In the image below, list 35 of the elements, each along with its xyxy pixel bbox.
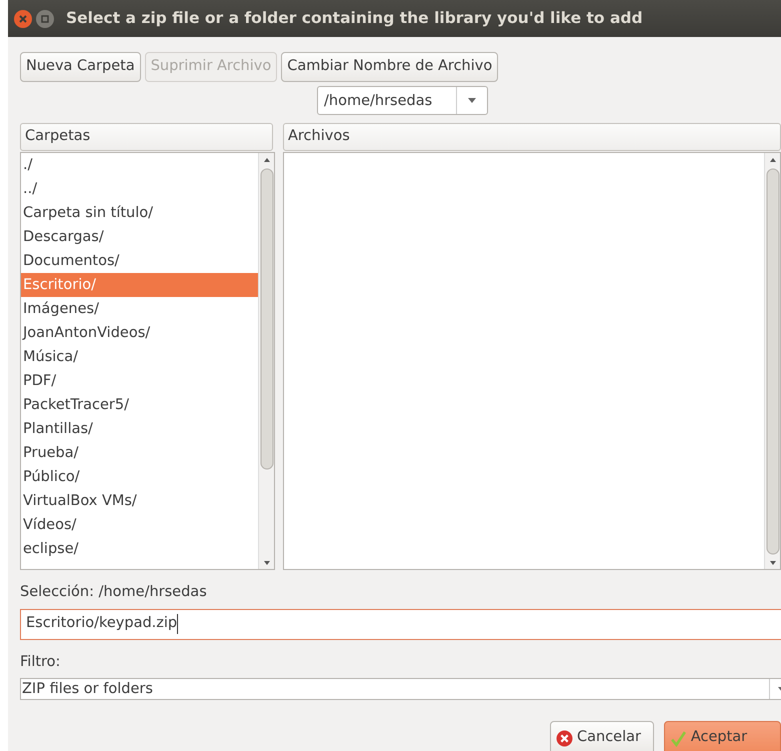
close-icon xyxy=(18,14,28,24)
toolbar-button[interactable]: Nueva Carpeta xyxy=(20,52,141,82)
folder-item[interactable]: JoanAntonVideos/ xyxy=(21,320,258,345)
folder-item[interactable]: Documentos/ xyxy=(21,248,258,273)
folder-item[interactable]: Descargas/ xyxy=(21,224,258,249)
filter-label: Filtro: xyxy=(20,652,62,672)
column-header[interactable]: Carpetas xyxy=(20,122,273,151)
checkmark-icon xyxy=(670,730,687,747)
filename-field[interactable]: Escritorio/keypad.zip xyxy=(20,608,781,640)
folder-item[interactable]: Plantillas/ xyxy=(21,416,258,441)
folder-item[interactable]: Música/ xyxy=(21,344,258,369)
ok-button[interactable]: Aceptar xyxy=(664,721,781,751)
folder-item[interactable]: Imágenes/ xyxy=(21,296,258,321)
cancel-button[interactable]: Cancelar xyxy=(550,721,654,751)
column-header[interactable]: Archivos xyxy=(283,122,781,151)
folder-item[interactable]: eclipse/ xyxy=(21,536,258,561)
folder-item[interactable]: Vídeos/ xyxy=(21,512,258,537)
folder-item[interactable]: ./ xyxy=(21,152,258,177)
close-icon xyxy=(556,730,573,747)
caret-icon xyxy=(468,98,476,103)
path-dropdown[interactable]: /home/hrsedas xyxy=(317,86,488,115)
maximize-icon xyxy=(41,14,49,22)
window-title: Select a zip file or a folder containing the library you'd like to add xyxy=(66,8,643,29)
folder-item[interactable]: Público/ xyxy=(21,464,258,489)
maximize-button[interactable] xyxy=(36,10,54,28)
close-button[interactable] xyxy=(14,10,32,28)
folder-item[interactable]: PDF/ xyxy=(21,368,258,393)
folder-item[interactable]: Prueba/ xyxy=(21,440,258,465)
toolbar-button[interactable]: Cambiar Nombre de Archivo xyxy=(281,52,498,82)
folder-item[interactable]: ../ xyxy=(21,176,258,201)
folder-item[interactable]: VirtualBox VMs/ xyxy=(21,488,258,513)
folder-item[interactable]: PacketTracer5/ xyxy=(21,392,258,417)
folder-item[interactable]: Carpeta sin título/ xyxy=(21,200,258,225)
selection-label: Selección: /home/hrsedas xyxy=(20,582,208,602)
filter-dropdown[interactable]: ZIP files or folders xyxy=(20,678,781,700)
